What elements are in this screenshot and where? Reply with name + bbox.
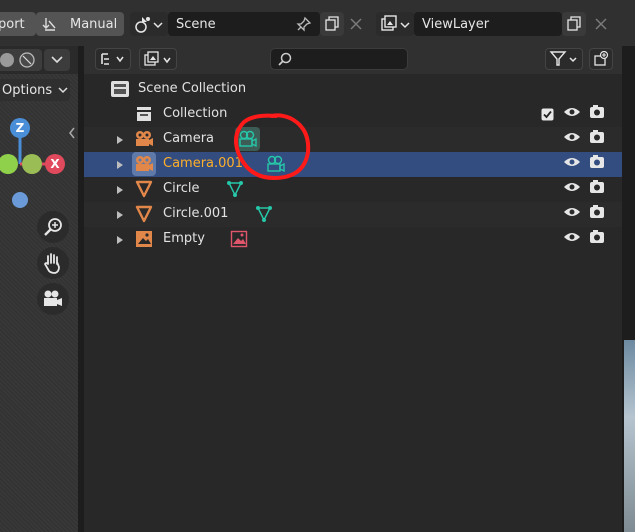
filter-dropdown[interactable] [545, 48, 583, 70]
outliner-header [84, 46, 622, 74]
list-item-empty[interactable]: Empty [84, 227, 622, 252]
gizmo-y-axis[interactable] [22, 154, 42, 174]
close-icon[interactable] [594, 17, 608, 31]
export-button[interactable]: port [0, 12, 36, 36]
camera-view-button[interactable] [37, 283, 69, 315]
row-label: Empty [163, 231, 205, 246]
new-collection-button[interactable] [589, 48, 613, 70]
chevron-left-icon[interactable] [68, 127, 76, 139]
camera-icon [44, 290, 62, 306]
active-object-highlight [132, 152, 156, 176]
scene-browse-button[interactable] [130, 12, 168, 36]
filter-view-layer-dropdown[interactable] [139, 48, 177, 70]
shading-icon [0, 52, 35, 68]
gizmo-x-axis[interactable]: X [45, 154, 65, 174]
row-label: Circle [163, 181, 200, 196]
list-item-circle-001[interactable]: Circle.001 [84, 202, 622, 227]
render-camera-icons [590, 105, 604, 243]
gizmo-z-axis[interactable]: Z [10, 118, 30, 138]
gizmo-x-label: X [50, 157, 60, 171]
image-data-icon[interactable] [230, 230, 248, 248]
outliner-view-icon [101, 53, 124, 65]
expand-arrow-icon[interactable] [117, 161, 123, 169]
mesh-object-icon [135, 180, 153, 198]
expand-arrow-icon[interactable] [117, 136, 123, 144]
pan-button[interactable] [37, 247, 69, 279]
view-layer-icon [381, 15, 410, 31]
list-item-circle[interactable]: Circle [84, 177, 622, 202]
new-view-layer-button[interactable] [562, 12, 586, 36]
view-layer-name: ViewLayer [422, 16, 490, 32]
view-layer-field[interactable]: ViewLayer [414, 12, 562, 36]
row-label: Circle.001 [163, 206, 229, 221]
hand-icon [43, 253, 60, 274]
top-header: port Manual Scene ViewLayer [0, 0, 635, 46]
image-empty-object-icon [136, 231, 152, 247]
list-item-camera[interactable]: Camera [84, 127, 622, 152]
camera-object-icon [136, 131, 153, 146]
collection-icon [137, 107, 151, 121]
mesh-object-icon [135, 205, 153, 223]
new-collection-icon [594, 51, 609, 66]
arrow-down-to-line-icon [42, 18, 56, 31]
options-dropdown[interactable]: Options [0, 79, 70, 101]
chevron-down-icon [58, 86, 68, 93]
view-layer-browse-button[interactable] [376, 12, 414, 36]
shading-toggle[interactable] [0, 49, 42, 71]
shading-dropdown[interactable] [44, 49, 70, 71]
duplicate-icon [567, 16, 581, 31]
scene-name: Scene [176, 16, 216, 32]
search-input[interactable] [270, 48, 408, 70]
filter-icon [549, 51, 577, 66]
duplicate-icon [325, 16, 339, 31]
scene-icon [135, 17, 163, 33]
viewport-header [0, 46, 78, 74]
search-icon [278, 52, 292, 66]
export-label: port [0, 16, 25, 32]
expand-arrow-icon[interactable] [117, 186, 123, 194]
close-icon[interactable] [349, 17, 363, 31]
mesh-data-icon[interactable] [255, 205, 273, 223]
transform-mode-label: Manual [70, 16, 118, 32]
expand-arrow-icon[interactable] [117, 211, 123, 219]
zoom-button[interactable] [37, 211, 69, 243]
row-label: Camera [163, 131, 215, 146]
checkbox-checked-icon[interactable] [541, 108, 554, 121]
list-item-collection[interactable]: Collection [84, 102, 622, 127]
list-item-camera-001[interactable]: Camera.001 [84, 152, 622, 177]
background-viewport-edge [624, 340, 635, 532]
options-label: Options [2, 82, 53, 98]
pin-icon[interactable] [296, 16, 312, 32]
display-mode-dropdown[interactable] [95, 48, 131, 70]
chevron-down-icon [51, 56, 63, 64]
camera-object-icon [136, 156, 153, 171]
eye-icons [564, 108, 580, 241]
view-layer-icon [144, 51, 171, 66]
expand-arrow-icon[interactable] [117, 236, 123, 244]
transform-orientation-dropdown[interactable]: Manual [36, 12, 124, 36]
annotation-circle [234, 113, 311, 181]
zoom-icon [44, 218, 62, 236]
row-label: Collection [163, 106, 228, 121]
scene-collection-label: Scene Collection [138, 81, 247, 96]
scene-collection-icon [111, 81, 129, 97]
gizmo-z-label: Z [15, 121, 25, 135]
scene-collection-row[interactable]: Scene Collection [84, 77, 622, 102]
new-scene-button[interactable] [320, 12, 344, 36]
